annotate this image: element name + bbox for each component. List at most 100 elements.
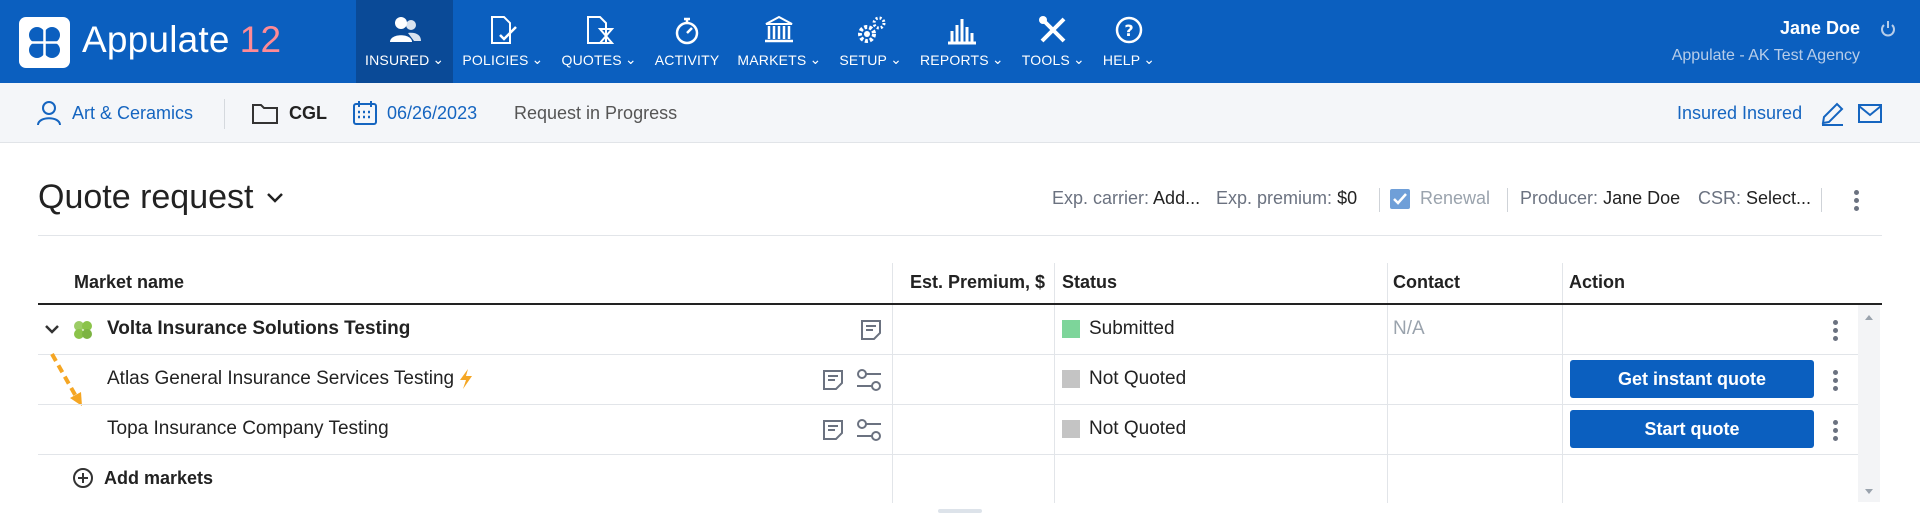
row-divider xyxy=(38,404,1858,405)
bar-chart-icon xyxy=(947,19,976,45)
col-header-market[interactable]: Market name xyxy=(74,272,184,293)
nav-label: SETUP xyxy=(839,51,888,68)
header-underline xyxy=(38,303,1882,305)
column-divider xyxy=(1387,263,1388,503)
col-header-premium[interactable]: Est. Premium, $ xyxy=(910,272,1045,293)
nav-label: MARKETS xyxy=(737,51,807,68)
user-agency: Appulate - AK Test Agency xyxy=(1671,47,1860,64)
add-markets-button[interactable]: Add markets xyxy=(72,467,213,489)
nav-reports[interactable]: REPORTS ⌄ xyxy=(911,0,1013,83)
producer-field[interactable]: Producer: Jane Doe xyxy=(1520,188,1680,209)
nav-quotes[interactable]: QUOTES ⌄ xyxy=(552,0,645,83)
edit-pencil-icon[interactable] xyxy=(1819,101,1845,127)
table-scrollbar[interactable] xyxy=(1858,305,1880,502)
insured-link[interactable]: Art & Ceramics xyxy=(36,83,193,143)
nav-label: INSURED xyxy=(365,51,430,68)
row-divider xyxy=(38,454,1858,455)
date-field[interactable]: 06/26/2023 xyxy=(352,83,477,143)
market-name[interactable]: Atlas General Insurance Services Testing xyxy=(107,368,475,390)
contact-name: Insured Insured xyxy=(1677,102,1803,123)
main-nav: INSURED ⌄ POLICIES ⌄ QUOTES ⌄ ACTIVITY M… xyxy=(356,0,1164,83)
nav-label: QUOTES xyxy=(561,51,622,68)
nav-tools[interactable]: TOOLS ⌄ xyxy=(1013,0,1094,83)
page-more-menu-icon[interactable] xyxy=(1851,190,1861,214)
scroll-down-arrow-icon[interactable] xyxy=(1864,488,1874,496)
user-name: Jane Doe xyxy=(1779,18,1860,38)
exp-carrier-label: Exp. carrier: xyxy=(1052,188,1150,208)
chevron-down-icon: ⌄ xyxy=(624,51,637,67)
status-text: Submitted xyxy=(1089,318,1175,339)
get-instant-quote-button[interactable]: Get instant quote xyxy=(1570,360,1814,398)
nav-markets[interactable]: MARKETS ⌄ xyxy=(728,0,830,83)
exp-premium[interactable]: Exp. premium: $0 xyxy=(1216,188,1357,209)
settings-sliders-icon[interactable] xyxy=(855,367,883,393)
title-divider xyxy=(38,235,1882,236)
nav-label: ACTIVITY xyxy=(654,52,720,68)
row-more-menu-icon[interactable] xyxy=(1830,320,1840,344)
nav-activity[interactable]: ACTIVITY xyxy=(646,0,729,83)
power-icon[interactable] xyxy=(1880,20,1896,38)
contact-link[interactable]: Insured Insured xyxy=(1677,83,1802,143)
stopwatch-icon xyxy=(675,17,699,45)
plus-circle-icon xyxy=(73,468,93,488)
calendar-icon xyxy=(353,101,377,125)
divider xyxy=(1821,188,1822,212)
mail-envelope-icon[interactable] xyxy=(1857,103,1883,125)
divider xyxy=(224,99,225,129)
status-indicator xyxy=(1062,370,1080,388)
insured-context-bar: Art & Ceramics CGL 06/26/2023 Request in… xyxy=(0,83,1920,143)
exp-carrier[interactable]: Exp. carrier: Add... xyxy=(1052,188,1200,209)
person-icon xyxy=(37,101,61,126)
csr-field[interactable]: CSR: Select... xyxy=(1698,188,1811,209)
exp-carrier-value: Add... xyxy=(1153,188,1201,208)
nav-label: POLICIES xyxy=(462,51,529,68)
user-info[interactable]: Jane Doe Appulate - AK Test Agency xyxy=(1672,18,1860,65)
lob-label: CGL xyxy=(289,102,327,123)
notes-icon[interactable] xyxy=(859,318,883,342)
csr-value: Select... xyxy=(1746,188,1812,208)
chevron-down-icon: ⌄ xyxy=(432,51,445,67)
line-of-business[interactable]: CGL xyxy=(251,83,327,143)
row-more-menu-icon[interactable] xyxy=(1830,370,1840,394)
appulate-logo-icon[interactable] xyxy=(19,17,70,68)
row-more-menu-icon[interactable] xyxy=(1830,420,1840,444)
notes-icon[interactable] xyxy=(821,418,845,442)
clover-logo-icon xyxy=(74,321,92,339)
wrench-screwdriver-icon xyxy=(1039,16,1066,43)
chevron-down-icon: ⌄ xyxy=(1143,51,1156,67)
nav-policies[interactable]: POLICIES ⌄ xyxy=(453,0,552,83)
top-navigation-bar: Appulate 12 INSURED ⌄ POLICIES ⌄ QUOTES ⌄ xyxy=(0,0,1920,83)
page-title-dropdown[interactable]: Quote request xyxy=(38,178,285,217)
market-name[interactable]: Volta Insurance Solutions Testing xyxy=(107,318,410,340)
csr-label: CSR: xyxy=(1698,188,1742,208)
row-divider xyxy=(38,354,1858,355)
settings-sliders-icon[interactable] xyxy=(855,417,883,443)
chevron-down-icon[interactable] xyxy=(44,323,60,335)
checkbox-checked-icon xyxy=(1390,188,1410,209)
renewal-checkbox[interactable]: Renewal xyxy=(1390,188,1490,209)
nav-insured[interactable]: INSURED ⌄ xyxy=(356,0,454,83)
divider xyxy=(1379,188,1380,212)
col-header-action[interactable]: Action xyxy=(1569,272,1625,293)
page-title: Quote request xyxy=(38,178,254,216)
start-quote-button[interactable]: Start quote xyxy=(1570,410,1814,448)
scroll-up-arrow-icon[interactable] xyxy=(1864,313,1874,321)
insured-name: Art & Ceramics xyxy=(72,102,194,123)
brand-name[interactable]: Appulate 12 xyxy=(82,19,281,61)
exp-premium-value: $0 xyxy=(1337,188,1358,208)
nav-setup[interactable]: SETUP ⌄ xyxy=(830,0,911,83)
resize-handle[interactable] xyxy=(938,509,982,513)
col-header-status[interactable]: Status xyxy=(1062,272,1117,293)
notes-icon[interactable] xyxy=(821,368,845,392)
status-indicator xyxy=(1062,320,1080,338)
chevron-down-icon: ⌄ xyxy=(809,51,822,67)
users-icon xyxy=(389,17,421,42)
status-text: Not Quoted xyxy=(1089,418,1187,439)
nav-label: REPORTS xyxy=(920,51,989,68)
col-header-contact[interactable]: Contact xyxy=(1393,272,1460,293)
date-value: 06/26/2023 xyxy=(387,102,478,123)
exp-premium-label: Exp. premium: xyxy=(1216,188,1333,208)
market-name[interactable]: Topa Insurance Company Testing xyxy=(107,418,389,440)
column-divider xyxy=(1054,263,1055,503)
nav-help[interactable]: ? HELP ⌄ xyxy=(1094,0,1164,83)
